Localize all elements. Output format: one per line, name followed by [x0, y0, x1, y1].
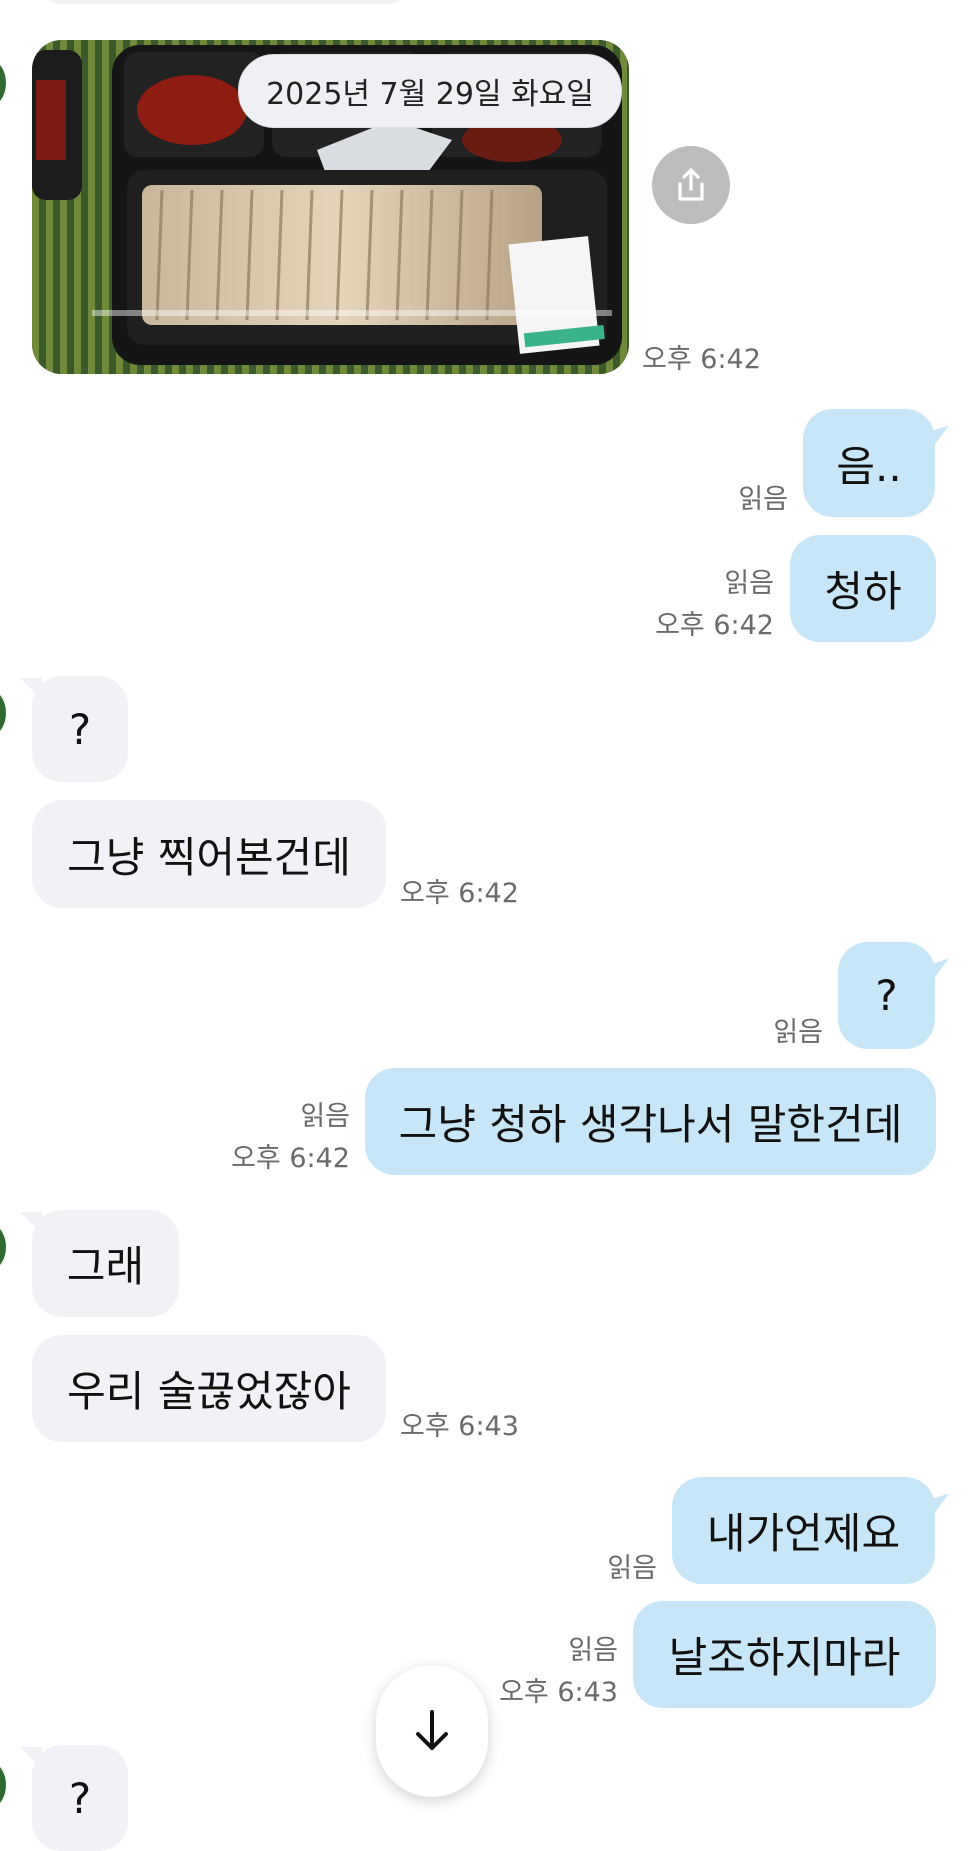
outgoing-message-bubble[interactable]: 날조하지마라	[633, 1601, 936, 1708]
incoming-message-bubble[interactable]: ?	[20, 676, 128, 782]
outgoing-message-bubble[interactable]: 청하	[790, 535, 936, 642]
incoming-message-bubble[interactable]: 그냥 찍어본건데	[32, 800, 386, 908]
sender-avatar[interactable]	[0, 690, 6, 736]
read-receipt: 읽음	[607, 1553, 657, 1584]
arrow-down-icon	[416, 1710, 448, 1750]
sender-avatar[interactable]	[0, 1762, 6, 1808]
incoming-message-bubble[interactable]: 그래	[20, 1210, 179, 1317]
incoming-message-bubble[interactable]: 우리 술끊었잖아	[32, 1335, 386, 1442]
message-time: 오후 6:42	[642, 344, 761, 375]
read-receipt: 읽음	[773, 1017, 823, 1048]
read-receipt: 읽음	[568, 1635, 618, 1666]
message-time: 오후 6:42	[655, 610, 774, 641]
date-separator: 2025년 7월 29일 화요일	[238, 54, 622, 128]
read-receipt: 읽음	[738, 484, 788, 515]
sender-avatar[interactable]	[0, 1224, 6, 1270]
outgoing-message-bubble[interactable]: ?	[838, 942, 935, 1049]
message-time: 오후 6:43	[499, 1677, 618, 1708]
outgoing-message-bubble[interactable]: 내가언제요	[672, 1477, 935, 1584]
incoming-message-bubble[interactable]: ?	[20, 1745, 128, 1851]
previous-message-bubble	[40, 0, 410, 4]
outgoing-message-bubble[interactable]: 음..	[803, 409, 935, 517]
read-receipt: 읽음	[300, 1101, 350, 1132]
share-button[interactable]	[652, 146, 730, 224]
message-time: 오후 6:42	[231, 1143, 350, 1174]
share-upload-icon	[678, 168, 704, 201]
read-receipt: 읽음	[724, 568, 774, 599]
message-time: 오후 6:42	[400, 878, 519, 909]
sender-avatar[interactable]	[0, 60, 6, 106]
scroll-to-bottom-button[interactable]	[376, 1665, 488, 1797]
outgoing-message-bubble[interactable]: 그냥 청하 생각나서 말한건데	[365, 1068, 936, 1175]
message-time: 오후 6:43	[400, 1411, 519, 1442]
